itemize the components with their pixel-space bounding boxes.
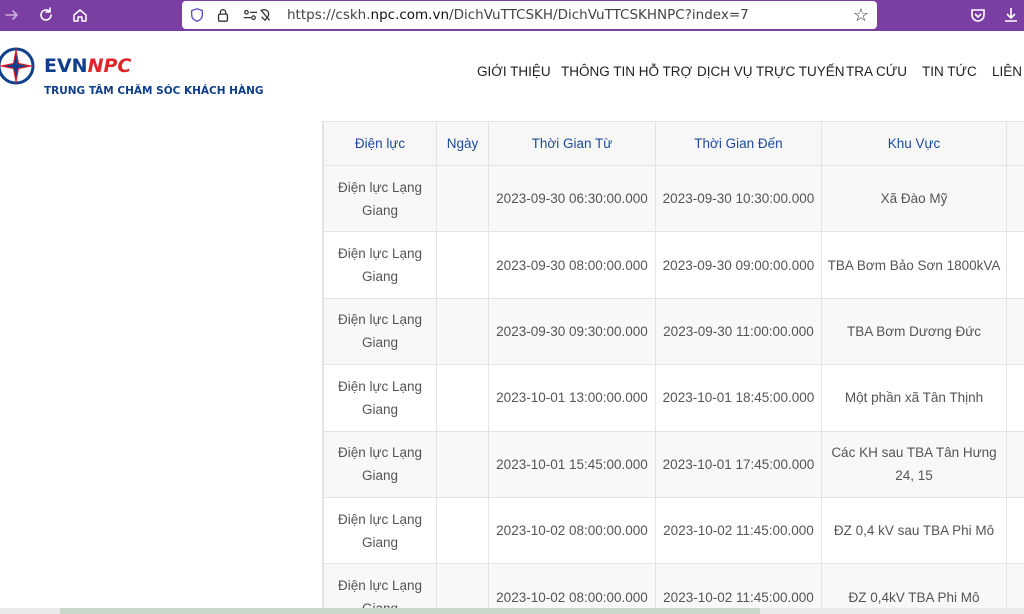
cell-ngay xyxy=(436,496,489,565)
cell-khu-vuc: Một phần xã Tân Thịnh xyxy=(821,364,1007,432)
menu-lien-he[interactable]: LIÊN H xyxy=(992,64,1024,79)
menu-gioi-thieu[interactable]: GIỚI THIỆU xyxy=(477,64,551,79)
menu-thong-tin-ho-tro[interactable]: THÔNG TIN HỖ TRỢ xyxy=(561,64,692,79)
cell-ngay xyxy=(436,563,489,608)
cell-thoi-gian-den: 2023-10-01 17:45:00.000 xyxy=(655,430,822,498)
cell-dien-luc: Điện lực Lạng Giang xyxy=(323,430,437,498)
cell-dien-luc: Điện lực Lạng Giang xyxy=(323,297,437,366)
cell-thoi-gian-den: 2023-09-30 10:30:00.000 xyxy=(655,164,822,233)
col-header-ngay[interactable]: Ngày xyxy=(436,121,489,166)
cell-thoi-gian-den: 2023-10-02 11:45:00.000 xyxy=(655,563,822,608)
cell-extra xyxy=(1006,231,1024,299)
col-header-dien-luc[interactable]: Điện lực xyxy=(323,121,437,166)
table-row: Điện lực Lạng Giang 2023-09-30 09:30:00.0… xyxy=(323,297,1024,366)
cell-thoi-gian-tu: 2023-09-30 09:30:00.000 xyxy=(488,297,656,366)
browser-toolbar: https://cskh.npc.com.vn/DichVuTTCSKH/Dic… xyxy=(0,0,1024,31)
table-row: Điện lực Lạng Giang 2023-10-02 08:00:00.0… xyxy=(323,496,1024,565)
cell-extra xyxy=(1006,164,1024,233)
cell-thoi-gian-tu: 2023-09-30 06:30:00.000 xyxy=(488,164,656,233)
cell-extra xyxy=(1006,563,1024,608)
cell-extra xyxy=(1006,496,1024,565)
download-icon[interactable] xyxy=(1000,4,1022,26)
cell-khu-vuc: ĐZ 0,4 kV sau TBA Phi Mô xyxy=(821,496,1007,565)
cell-khu-vuc: Các KH sau TBA Tân Hưng 24, 15 xyxy=(821,430,1007,498)
cell-thoi-gian-tu: 2023-09-30 08:00:00.000 xyxy=(488,231,656,299)
address-bar[interactable]: https://cskh.npc.com.vn/DichVuTTCSKH/Dic… xyxy=(182,1,877,29)
lock-icon[interactable] xyxy=(214,6,232,24)
cell-dien-luc: Điện lực Lạng Giang xyxy=(323,496,437,565)
cell-dien-luc: Điện lực Lạng Giang xyxy=(323,231,437,299)
forward-icon[interactable] xyxy=(0,4,24,26)
shield-icon[interactable] xyxy=(188,6,206,24)
cell-extra xyxy=(1006,430,1024,498)
cell-khu-vuc: TBA Bơm Dương Đức xyxy=(821,297,1007,366)
col-header-thoi-gian-den[interactable]: Thời Gian Đến xyxy=(655,121,822,166)
cell-thoi-gian-den: 2023-09-30 09:00:00.000 xyxy=(655,231,822,299)
cell-ngay xyxy=(436,231,489,299)
left-sidebar xyxy=(0,110,284,614)
pocket-icon[interactable] xyxy=(967,4,989,26)
outage-schedule-table: Điện lực Ngày Thời Gian Từ Thời Gian Đến… xyxy=(322,121,1024,608)
cell-khu-vuc: TBA Bơm Bảo Sơn 1800kVA xyxy=(821,231,1007,299)
cell-dien-luc: Điện lực Lạng Giang xyxy=(323,364,437,432)
cell-thoi-gian-den: 2023-10-02 11:45:00.000 xyxy=(655,496,822,565)
reload-icon[interactable] xyxy=(34,4,58,26)
col-header-extra xyxy=(1006,121,1024,166)
cell-khu-vuc: Xã Đào Mỹ xyxy=(821,164,1007,233)
col-header-thoi-gian-tu[interactable]: Thời Gian Từ xyxy=(488,121,656,166)
cell-dien-luc: Điện lực Lạng Giang xyxy=(323,563,437,608)
cell-thoi-gian-tu: 2023-10-01 15:45:00.000 xyxy=(488,430,656,498)
permissions-icon[interactable] xyxy=(240,6,276,24)
table-header-row: Điện lực Ngày Thời Gian Từ Thời Gian Đến… xyxy=(323,121,1024,166)
table-row: Điện lực Lạng Giang 2023-09-30 08:00:00.0… xyxy=(323,231,1024,299)
cell-thoi-gian-tu: 2023-10-02 08:00:00.000 xyxy=(488,563,656,608)
table-row: Điện lực Lạng Giang 2023-10-01 15:45:00.0… xyxy=(323,430,1024,498)
brand-tagline: TRUNG TÂM CHĂM SÓC KHÁCH HÀNG xyxy=(44,85,264,97)
cell-ngay xyxy=(436,164,489,233)
main-menu: GIỚI THIỆU THÔNG TIN HỖ TRỢ DỊCH VỤ TRỰC… xyxy=(0,64,1024,84)
table-row: Điện lực Lạng Giang 2023-09-30 06:30:00.0… xyxy=(323,164,1024,233)
scrollbar-thumb[interactable] xyxy=(60,608,760,614)
cell-ngay xyxy=(436,364,489,432)
cell-ngay xyxy=(436,430,489,498)
menu-tin-tuc[interactable]: TIN TỨC xyxy=(922,64,977,79)
table-row: Điện lực Lạng Giang 2023-10-02 08:00:00.0… xyxy=(323,563,1024,608)
cell-khu-vuc: ĐZ 0,4kV TBA Phi Mô xyxy=(821,563,1007,608)
cell-extra xyxy=(1006,297,1024,366)
cell-thoi-gian-tu: 2023-10-02 08:00:00.000 xyxy=(488,496,656,565)
site-header: EVNNPC TRUNG TÂM CHĂM SÓC KHÁCH HÀNG GIỚ… xyxy=(0,31,1024,110)
home-icon[interactable] xyxy=(68,4,92,26)
cell-ngay xyxy=(436,297,489,366)
menu-tra-cuu[interactable]: TRA CỨU xyxy=(846,64,907,79)
bookmark-star-icon[interactable]: ☆ xyxy=(851,5,871,25)
cell-thoi-gian-tu: 2023-10-01 13:00:00.000 xyxy=(488,364,656,432)
cell-thoi-gian-den: 2023-09-30 11:00:00.000 xyxy=(655,297,822,366)
url-text[interactable]: https://cskh.npc.com.vn/DichVuTTCSKH/Dic… xyxy=(287,7,749,23)
cell-thoi-gian-den: 2023-10-01 18:45:00.000 xyxy=(655,364,822,432)
col-header-khu-vuc[interactable]: Khu Vực xyxy=(821,121,1007,166)
table-body: Điện lực Lạng Giang 2023-09-30 06:30:00.0… xyxy=(323,164,1024,608)
menu-dich-vu-truc-tuyen[interactable]: DỊCH VỤ TRỰC TUYẾN xyxy=(697,64,845,79)
cell-dien-luc: Điện lực Lạng Giang xyxy=(323,164,437,233)
table-row: Điện lực Lạng Giang 2023-10-01 13:00:00.0… xyxy=(323,364,1024,432)
cell-extra xyxy=(1006,364,1024,432)
